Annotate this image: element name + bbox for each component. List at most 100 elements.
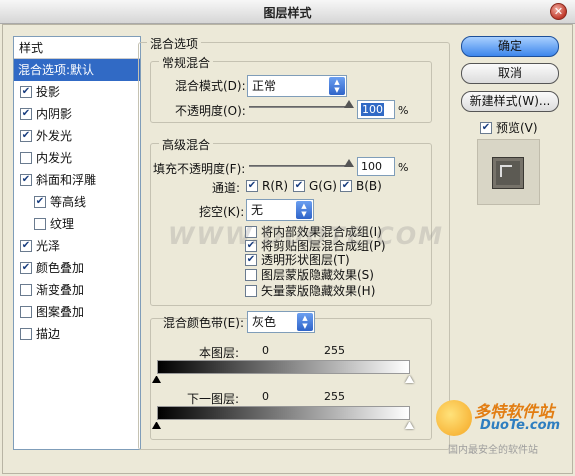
styles-item-label: 渐变叠加: [36, 283, 85, 297]
styles-item-gradient-overlay[interactable]: 渐变叠加: [14, 279, 140, 301]
ok-button[interactable]: 确定: [461, 36, 559, 57]
option-layer-mask-hides[interactable]: 图层蒙版隐藏效果(S): [245, 266, 374, 283]
styles-item-pattern-overlay[interactable]: 图案叠加: [14, 301, 140, 323]
styles-item-outer-glow[interactable]: 外发光: [14, 125, 140, 147]
opacity-value: 100: [361, 103, 384, 116]
new-style-button[interactable]: 新建样式(W)...: [461, 91, 559, 112]
knockout-label: 挖空(K):: [199, 205, 245, 219]
checkbox-texture[interactable]: [34, 218, 46, 230]
underlying-layer-black-stop[interactable]: [152, 420, 161, 429]
channel-g-checkbox[interactable]: G(G): [293, 179, 337, 193]
style-preview: [477, 139, 540, 205]
styles-item-texture[interactable]: 纹理: [14, 213, 140, 235]
styles-item-drop-shadow[interactable]: 投影: [14, 81, 140, 103]
fill-opacity-input[interactable]: 100: [357, 157, 395, 176]
checkbox-inner-glow[interactable]: [20, 152, 32, 164]
fill-opacity-slider-thumb[interactable]: [344, 159, 354, 167]
logo-line2: DuoTe.com: [480, 418, 561, 433]
channel-b-label: B(B): [356, 179, 382, 193]
styles-item-inner-glow[interactable]: 内发光: [14, 147, 140, 169]
styles-item-contour[interactable]: 等高线: [14, 191, 140, 213]
blend-if-select[interactable]: 灰色 ▲ ▼: [247, 311, 315, 333]
styles-item-label: 内发光: [36, 151, 73, 165]
channel-r-checkbox[interactable]: R(R): [246, 179, 288, 193]
site-logo: 多特软件站 DuoTe.com 国内最安全的软件站: [432, 396, 566, 466]
blend-if-label: 混合颜色带(E):: [163, 316, 244, 330]
dropdown-arrows-icon: ▲ ▼: [329, 77, 345, 95]
checkbox-color-overlay[interactable]: [20, 262, 32, 274]
this-layer-black-stop[interactable]: [152, 374, 161, 383]
opacity-slider-thumb[interactable]: [344, 100, 354, 108]
channel-b-checkbox[interactable]: B(B): [340, 179, 382, 193]
checkbox-vector-mask-hides[interactable]: [245, 284, 257, 297]
opacity-input[interactable]: 100: [357, 100, 395, 119]
close-icon[interactable]: ✕: [550, 3, 567, 20]
checkbox-drop-shadow[interactable]: [20, 86, 32, 98]
opacity-slider[interactable]: [249, 106, 351, 108]
logo-line3: 国内最安全的软件站: [448, 445, 538, 456]
blend-mode-select[interactable]: 正常 ▲ ▼: [247, 75, 347, 97]
this-layer-white-stop[interactable]: [405, 374, 414, 383]
styles-item-bevel-emboss[interactable]: 斜面和浮雕: [14, 169, 140, 191]
underlying-layer-max: 255: [324, 390, 345, 403]
knockout-select[interactable]: 无 ▲ ▼: [246, 199, 314, 221]
styles-item-label: 内阴影: [36, 107, 73, 121]
fill-opacity-value: 100: [361, 160, 382, 173]
checkbox-bevel-emboss[interactable]: [20, 174, 32, 186]
general-blending-title: 常规混合: [159, 54, 214, 71]
checkbox-preview[interactable]: [480, 121, 492, 134]
preview-checkbox[interactable]: 预览(V): [480, 119, 538, 136]
styles-item-color-overlay[interactable]: 颜色叠加: [14, 257, 140, 279]
this-layer-label: 本图层:: [199, 346, 240, 360]
window-title: 图层样式: [263, 6, 312, 20]
fill-opacity-slider[interactable]: [249, 165, 351, 167]
styles-list: 样式 混合选项:默认 投影 内阴影 外发光 内发光 斜面和浮雕 等高线 纹理 光…: [13, 36, 141, 450]
opacity-percent: %: [398, 104, 409, 117]
this-layer-gradient: [157, 360, 410, 374]
styles-item-label: 投影: [36, 85, 61, 99]
this-layer-max: 255: [324, 344, 345, 357]
styles-item-label: 外发光: [36, 129, 73, 143]
styles-item-blend-options[interactable]: 混合选项:默认: [14, 59, 140, 81]
title-bar: 图层样式 ✕: [0, 0, 575, 24]
styles-item-satin[interactable]: 光泽: [14, 235, 140, 257]
blend-if-group: [150, 318, 432, 440]
styles-item-label: 图案叠加: [36, 305, 85, 319]
underlying-layer-label: 下一图层:: [187, 392, 240, 406]
checkbox-gradient-overlay[interactable]: [20, 284, 32, 296]
channels-label: 通道:: [212, 181, 241, 195]
blend-mode-label: 混合模式(D):: [175, 79, 246, 93]
underlying-layer-min: 0: [262, 390, 269, 403]
styles-item-label: 斜面和浮雕: [36, 173, 97, 187]
cancel-button[interactable]: 取消: [461, 63, 559, 84]
styles-item-label: 颜色叠加: [36, 261, 85, 275]
checkbox-layer-mask-hides[interactable]: [245, 268, 257, 281]
checkbox-transparency-shapes[interactable]: [245, 253, 257, 266]
underlying-layer-white-stop[interactable]: [405, 420, 414, 429]
checkbox-contour[interactable]: [34, 196, 46, 208]
this-layer-min: 0: [262, 344, 269, 357]
styles-item-label: 纹理: [50, 217, 75, 231]
checkbox-channel-g[interactable]: [293, 180, 305, 192]
option-vector-mask-hides[interactable]: 矢量蒙版隐藏效果(H): [245, 282, 375, 299]
styles-item-label: 光泽: [36, 239, 61, 253]
blend-if-value: 灰色: [252, 315, 277, 329]
styles-item-inner-shadow[interactable]: 内阴影: [14, 103, 140, 125]
checkbox-satin[interactable]: [20, 240, 32, 252]
channel-r-label: R(R): [262, 179, 289, 193]
checkbox-outer-glow[interactable]: [20, 130, 32, 142]
checkbox-inner-shadow[interactable]: [20, 108, 32, 120]
fill-opacity-percent: %: [398, 161, 409, 174]
channel-g-label: G(G): [309, 179, 337, 193]
styles-item-stroke[interactable]: 描边: [14, 323, 140, 345]
blend-mode-value: 正常: [252, 79, 277, 93]
dropdown-arrows-icon: ▲ ▼: [297, 313, 313, 331]
styles-item-label: 混合选项:默认: [18, 63, 95, 77]
checkbox-pattern-overlay[interactable]: [20, 306, 32, 318]
watermark: WWW.DUOTE.COM: [168, 222, 445, 250]
styles-list-header[interactable]: 样式: [14, 37, 140, 59]
dropdown-arrows-icon: ▲ ▼: [296, 201, 312, 219]
checkbox-channel-b[interactable]: [340, 180, 352, 192]
checkbox-channel-r[interactable]: [246, 180, 258, 192]
checkbox-stroke[interactable]: [20, 328, 32, 340]
